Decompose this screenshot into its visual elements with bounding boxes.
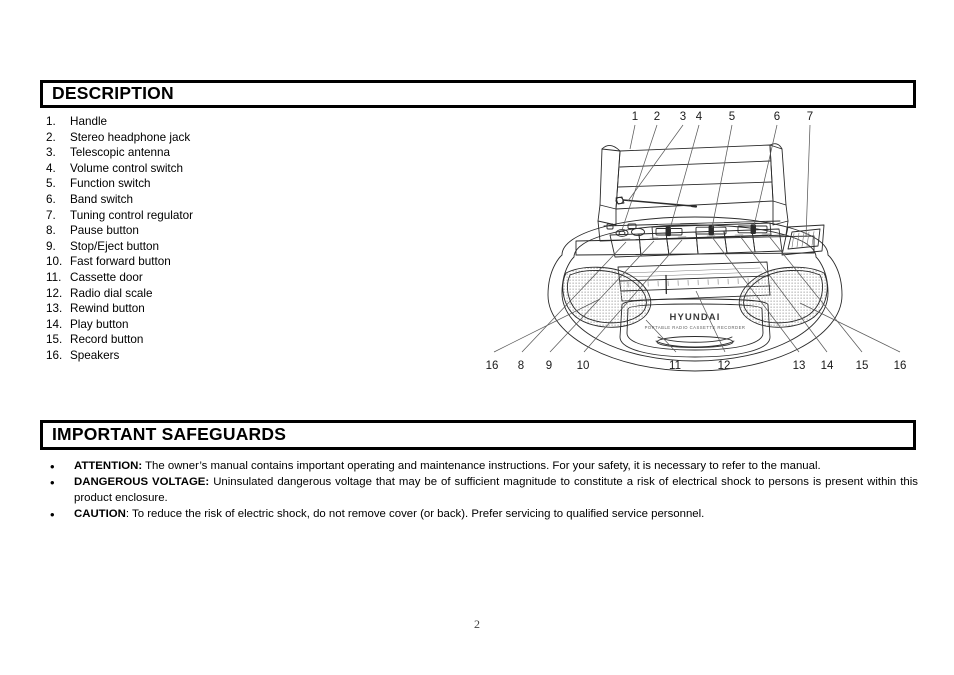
safeguard-lead: DANGEROUS VOLTAGE: xyxy=(74,476,210,489)
safeguard-text: : To reduce the risk of electric shock, … xyxy=(125,508,705,521)
callout-number-15: 15 xyxy=(855,360,869,372)
page-title: DESCRIPTION xyxy=(52,83,174,104)
part-number: 1. xyxy=(46,115,56,128)
part-list-item: 11. Cassette door xyxy=(46,270,316,286)
part-label: Stereo headphone jack xyxy=(70,130,191,144)
callout-number-3: 3 xyxy=(679,111,687,123)
part-number: 11. xyxy=(46,270,62,284)
part-label: Rewind button xyxy=(70,302,145,316)
part-label: Band switch xyxy=(70,192,134,206)
bullet-icon: • xyxy=(50,459,55,474)
manual-page: DESCRIPTION 1. Handle 2. Stereo headphone j… xyxy=(0,0,954,675)
callout-number-9: 9 xyxy=(545,360,553,372)
callout-number-4: 4 xyxy=(695,111,703,123)
safeguard-lead: CAUTION xyxy=(74,508,126,521)
part-label: Telescopic antenna xyxy=(70,146,171,160)
callout-number-7: 7 xyxy=(806,111,814,123)
bullet-icon: • xyxy=(50,475,55,491)
part-number: 5. xyxy=(46,177,56,191)
callout-number-16: 16 xyxy=(893,360,907,372)
part-list-item: 8. Pause button xyxy=(46,223,316,239)
part-list-item: 16. Speakers xyxy=(46,348,316,364)
part-list-item: 13. Rewind button xyxy=(46,301,316,317)
part-label: Record button xyxy=(70,333,144,347)
callout-number-13: 13 xyxy=(792,360,806,372)
callout-number-11: 11 xyxy=(669,360,681,372)
part-label: Play button xyxy=(70,317,129,331)
part-number: 12. xyxy=(46,286,63,300)
callout-number-1: 1 xyxy=(631,111,639,123)
part-list-item: 7. Tuning control regulator xyxy=(46,208,316,224)
callout-number-8: 8 xyxy=(517,360,525,372)
part-label: Tuning control regulator xyxy=(70,208,194,222)
safeguard-item: • DANGEROUS VOLTAGE: Uninsulated dangerou… xyxy=(46,475,918,506)
part-list-item: 1. Handle xyxy=(46,114,316,130)
part-number: 16. xyxy=(46,348,63,362)
boombox-line-drawing: HYUNDAI PORTABLE RADIO CASSETTE RECORDER xyxy=(493,124,901,372)
part-label: Cassette door xyxy=(70,270,143,284)
part-list-item: 10. Fast forward button xyxy=(46,254,316,270)
description-section-header: DESCRIPTION xyxy=(40,80,916,108)
page-number: 2 xyxy=(474,617,480,631)
part-number: 2. xyxy=(46,130,56,144)
part-list-item: 15. Record button xyxy=(46,332,316,348)
safeguards-title: IMPORTANT SAFEGUARDS xyxy=(52,424,287,445)
safeguard-item: • ATTENTION: The owner’s manual contains … xyxy=(46,459,918,474)
part-label: Fast forward button xyxy=(70,255,171,269)
callout-number-12: 12 xyxy=(717,360,731,372)
safeguard-lead: ATTENTION: xyxy=(74,460,143,472)
product-diagram: HYUNDAI PORTABLE RADIO CASSETTE RECORDER xyxy=(470,105,920,380)
part-number: 9. xyxy=(46,239,56,253)
safeguards-list: • ATTENTION: The owner’s manual contains … xyxy=(46,459,918,524)
part-number: 6. xyxy=(46,192,56,206)
part-label: Function switch xyxy=(70,177,151,191)
callout-number-14: 14 xyxy=(820,360,834,372)
parts-list: 1. Handle 2. Stereo headphone jack 3. Telesco… xyxy=(46,114,316,364)
part-number: 8. xyxy=(46,224,56,238)
part-number: 14. xyxy=(46,317,63,331)
part-label: Volume control switch xyxy=(70,161,184,175)
part-list-item: 14. Play button xyxy=(46,317,316,333)
callout-number-5: 5 xyxy=(728,111,736,123)
safeguards-section-header: IMPORTANT SAFEGUARDS xyxy=(40,420,916,450)
part-number: 13. xyxy=(46,302,63,316)
safeguard-text: The owner’s manual contains important op… xyxy=(142,460,821,472)
part-number: 15. xyxy=(46,333,63,347)
part-list-item: 6. Band switch xyxy=(46,192,316,208)
part-label: Pause button xyxy=(70,224,139,238)
brand-label: HYUNDAI xyxy=(670,312,721,323)
part-list-item: 9. Stop/Eject button xyxy=(46,239,316,255)
part-list-item: 4. Volume control switch xyxy=(46,161,316,177)
part-label: Stop/Eject button xyxy=(70,239,160,253)
part-list-item: 5. Function switch xyxy=(46,176,316,192)
callout-number-10: 10 xyxy=(576,360,590,372)
part-label: Radio dial scale xyxy=(70,286,153,300)
brand-subtitle: PORTABLE RADIO CASSETTE RECORDER xyxy=(645,325,746,330)
callout-number-16: 16 xyxy=(485,360,499,372)
part-list-item: 3. Telescopic antenna xyxy=(46,145,316,161)
callout-number-2: 2 xyxy=(653,111,661,123)
bullet-icon: • xyxy=(50,507,55,523)
part-number: 10. xyxy=(46,255,63,269)
part-label: Speakers xyxy=(70,348,120,362)
part-list-item: 2. Stereo headphone jack xyxy=(46,130,316,146)
part-number: 7. xyxy=(46,208,56,222)
part-label: Handle xyxy=(70,115,108,128)
part-list-item: 12. Radio dial scale xyxy=(46,286,316,302)
safeguard-item: • CAUTION: To reduce the risk of electric… xyxy=(46,507,918,522)
part-number: 3. xyxy=(46,146,56,160)
part-number: 4. xyxy=(46,161,56,175)
callout-number-6: 6 xyxy=(773,111,781,123)
